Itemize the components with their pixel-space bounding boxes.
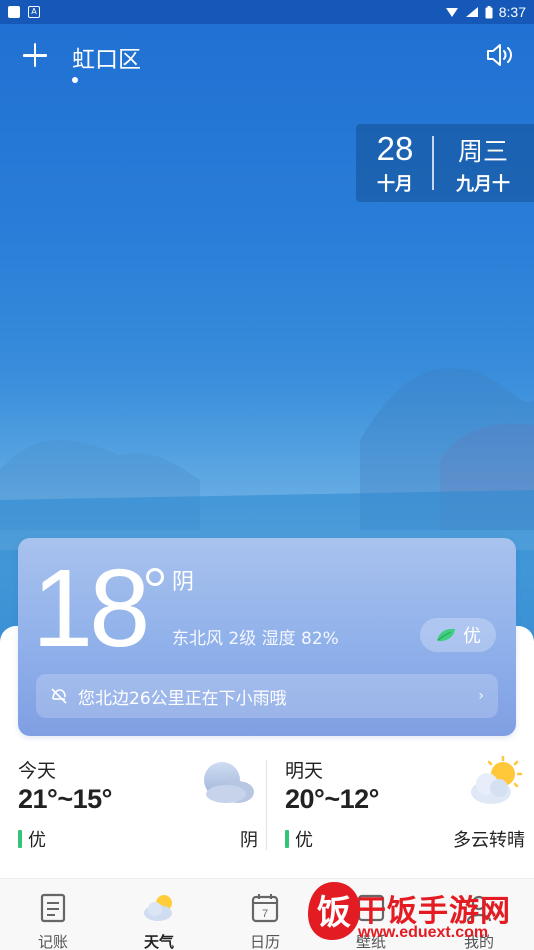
top-bar: 虹口区 bbox=[0, 30, 534, 90]
nav-ledger[interactable]: 记账 bbox=[0, 879, 106, 950]
weather-screen: A 8:37 虹口区 28 十月 周三 九月十 18 阴 东北风 2级 湿度 8… bbox=[0, 0, 534, 950]
aqi-indicator-bar bbox=[285, 830, 289, 848]
calendar-day-badge: 7 bbox=[262, 908, 268, 920]
tomorrow-label: 明天 bbox=[285, 760, 324, 782]
rain-alert-bar[interactable]: 您北边26公里正在下小雨哦 › bbox=[36, 674, 498, 718]
today-aqi-label: 优 bbox=[28, 830, 46, 851]
date-badge[interactable]: 28 十月 周三 九月十 bbox=[356, 124, 534, 202]
air-quality-label: 优 bbox=[463, 626, 481, 647]
aqi-indicator-bar bbox=[18, 830, 22, 848]
watermark-logo-char: 饭 bbox=[317, 893, 351, 933]
speaker-icon[interactable] bbox=[484, 40, 516, 70]
ledger-icon bbox=[40, 893, 66, 923]
watermark-emblem: 饭 bbox=[308, 882, 360, 940]
nav-ledger-label: 记账 bbox=[37, 933, 68, 950]
date-divider bbox=[432, 136, 434, 190]
today-air-quality: 优 bbox=[18, 826, 46, 852]
current-temperature: 18 bbox=[32, 547, 150, 670]
partly-sunny-icon bbox=[471, 756, 523, 804]
signal-icon bbox=[465, 7, 478, 17]
today-forecast[interactable]: 今天 21°~15° 优 阴 bbox=[18, 756, 258, 856]
rain-alert-text: 您北边26公里正在下小雨哦 bbox=[78, 688, 287, 709]
tomorrow-forecast[interactable]: 明天 20°~12° 优 多云转晴 bbox=[285, 756, 525, 856]
air-quality-chip[interactable]: 优 bbox=[420, 618, 496, 652]
status-bar: A 8:37 bbox=[0, 0, 534, 24]
date-month: 十月 bbox=[377, 174, 413, 195]
umbrella-off-icon bbox=[51, 688, 67, 704]
status-icons: 8:37 bbox=[445, 4, 526, 20]
leaf-icon bbox=[437, 628, 455, 642]
tomorrow-aqi-label: 优 bbox=[295, 830, 313, 851]
weather-icon bbox=[144, 895, 172, 921]
status-time: 8:37 bbox=[498, 4, 526, 20]
today-label: 今天 bbox=[18, 760, 57, 782]
forecast-divider bbox=[266, 760, 267, 850]
watermark-logo: 饭 干饭手游网 www.eduext.com bbox=[296, 880, 534, 950]
nav-weather[interactable]: 天气 bbox=[106, 879, 212, 950]
watermark-url: www.eduext.com bbox=[358, 924, 489, 941]
tomorrow-air-quality: 优 bbox=[285, 826, 313, 852]
tomorrow-condition: 多云转晴 bbox=[453, 830, 525, 851]
chevron-right-icon: › bbox=[478, 688, 484, 704]
current-condition: 阴 bbox=[172, 570, 195, 595]
date-weekday: 周三 bbox=[457, 137, 508, 166]
cloudy-icon bbox=[204, 762, 254, 803]
today-temp-range: 21°~15° bbox=[18, 784, 112, 814]
notification-icon bbox=[8, 6, 20, 18]
today-condition: 阴 bbox=[240, 830, 258, 851]
lunar-date: 九月十 bbox=[456, 174, 510, 195]
nav-weather-label: 天气 bbox=[143, 933, 174, 950]
calendar-icon: 7 bbox=[251, 894, 279, 923]
current-weather-card[interactable]: 18 阴 东北风 2级 湿度 82% 优 您北边26公里正在下小雨哦 › bbox=[18, 538, 516, 736]
tomorrow-temp-range: 20°~12° bbox=[285, 784, 379, 814]
date-day: 28 bbox=[376, 130, 414, 167]
app-notification-icon: A bbox=[28, 6, 40, 18]
page-indicator-dot bbox=[72, 77, 78, 83]
wind-humidity: 东北风 2级 湿度 82% bbox=[172, 629, 339, 649]
add-city-button[interactable] bbox=[18, 38, 52, 72]
degree-symbol bbox=[146, 568, 164, 586]
city-name[interactable]: 虹口区 bbox=[72, 40, 141, 74]
location-icon bbox=[445, 8, 458, 17]
battery-icon bbox=[485, 5, 493, 18]
